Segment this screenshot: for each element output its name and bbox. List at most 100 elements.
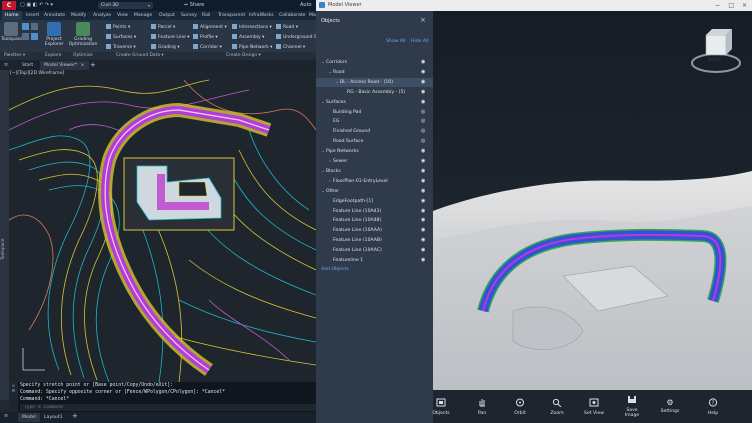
app-logo[interactable]: C — [2, 1, 16, 10]
add-objects-link[interactable]: Add Objects — [321, 267, 349, 272]
command-input[interactable] — [20, 404, 318, 411]
tree-item[interactable]: ⌄Corridors ◉ — [316, 58, 433, 67]
corridor-button[interactable]: Corridor ▾ — [193, 43, 222, 52]
pipe-network-button[interactable]: Pipe Network ▾ — [232, 43, 272, 52]
share-button[interactable]: ➦ Share — [184, 1, 204, 10]
close-icon[interactable]: × — [81, 63, 85, 68]
tree-item[interactable]: Road Surface ◎ — [316, 137, 433, 146]
tree-item[interactable]: Building Pad ◎ — [316, 108, 433, 117]
tab-layout1[interactable]: Layout1 — [40, 413, 67, 422]
tab-modify[interactable]: Modify — [68, 11, 89, 20]
eye-icon[interactable]: ◉ — [421, 256, 428, 265]
eye-off-icon[interactable]: ◎ — [421, 108, 428, 117]
close-panel-icon[interactable]: × — [420, 16, 426, 24]
traverse-button[interactable]: Traverse ▾ — [106, 43, 136, 52]
tree-item[interactable]: EG ◎ — [316, 117, 433, 126]
eye-off-icon[interactable]: ◎ — [421, 117, 428, 126]
palette-icon-3[interactable] — [22, 33, 29, 40]
tree-item[interactable]: RG - Basic Assembly - (5) ◉ — [316, 88, 433, 97]
alignment-button[interactable]: Alignment ▾ — [193, 23, 227, 32]
tab-analyze[interactable]: Analyze — [90, 11, 114, 20]
parcel-button[interactable]: Parcel ▾ — [151, 23, 175, 32]
tab-manage[interactable]: Manage — [131, 11, 155, 20]
tab-infraworks[interactable]: InfraWorks — [246, 11, 277, 20]
eye-icon[interactable]: ◉ — [421, 197, 428, 206]
intersections-button[interactable]: Intersections ▾ — [232, 23, 272, 32]
eye-icon[interactable]: ◉ — [421, 157, 428, 166]
tab-output[interactable]: Output — [156, 11, 178, 20]
new-tab-icon[interactable]: + — [90, 61, 96, 69]
surfaces-button[interactable]: Surfaces ▾ — [106, 33, 136, 42]
tab-collaborate[interactable]: Collaborate — [276, 11, 308, 20]
settings-tool[interactable]: ⚙ Settings — [655, 398, 685, 414]
tree-item[interactable]: ⌄Road ◉ — [316, 68, 433, 77]
eye-icon[interactable]: ◉ — [421, 58, 428, 67]
set-view-tool[interactable]: Set View — [579, 398, 609, 416]
eye-icon[interactable]: ◉ — [421, 207, 428, 216]
viewcube-label[interactable]: RIGHT — [708, 57, 721, 62]
eye-icon[interactable]: ◉ — [421, 167, 428, 176]
profile-button[interactable]: Profile ▾ — [193, 33, 218, 42]
grading-button[interactable]: Grading ▾ — [151, 43, 180, 52]
app-switcher[interactable]: Civil 3D ▾ — [98, 2, 153, 9]
eye-icon[interactable]: ◉ — [421, 187, 428, 196]
channel-button[interactable]: Channel ▾ — [276, 43, 305, 52]
minimize-icon[interactable]: − — [715, 0, 720, 11]
show-all-link[interactable]: Show All — [386, 39, 406, 44]
hide-all-link[interactable]: Hide All — [411, 39, 429, 44]
eye-icon[interactable]: ◉ — [421, 236, 428, 245]
points-button[interactable]: Points ▾ — [106, 23, 130, 32]
assembly-button[interactable]: Assembly ▾ — [232, 33, 264, 42]
tree-item[interactable]: Feature Line (10A43) ◉ — [316, 207, 433, 216]
eye-icon[interactable]: ◉ — [421, 78, 428, 87]
palette-icon-4[interactable] — [31, 33, 38, 40]
project-explorer-button[interactable]: Project Explorer — [43, 22, 65, 47]
3d-scene[interactable]: RIGHT — [433, 11, 752, 390]
underground-button[interactable]: Underground S — [276, 33, 317, 42]
tree-item[interactable]: ⌄BL - Access Road - (10) ◉ — [316, 77, 433, 87]
tab-rail[interactable]: Rail — [199, 11, 213, 20]
eye-off-icon[interactable]: ◎ — [421, 127, 428, 136]
add-layout-icon[interactable]: + — [72, 412, 78, 420]
tab-home[interactable]: Home — [2, 11, 22, 20]
close-window-icon[interactable]: × — [742, 0, 747, 11]
tree-item[interactable]: Feature Line (10AAA) ◉ — [316, 226, 433, 235]
zoom-tool[interactable]: Zoom — [542, 398, 572, 416]
tab-insert[interactable]: Insert — [23, 11, 42, 20]
tree-item[interactable]: ⌄Blocks ◉ — [316, 167, 433, 176]
tab-view[interactable]: View — [114, 11, 131, 20]
palette-icon-2[interactable] — [31, 23, 38, 30]
panel-create-design[interactable]: Create Design ▾ — [226, 52, 261, 60]
panel-palettes[interactable]: Palettes ▾ — [4, 52, 25, 60]
palette-icon-1[interactable] — [22, 23, 29, 30]
tab-model-viewer[interactable]: Model Viewer* × — [40, 61, 89, 70]
tree-item[interactable]: Feature Line (10AAC) ◉ — [316, 246, 433, 255]
road-button[interactable]: Road ▾ — [276, 23, 298, 32]
help-tool[interactable]: ? Help — [698, 398, 728, 416]
tab-transparent[interactable]: Transparent — [215, 11, 248, 20]
tree-item[interactable]: › Sewer ◉ — [316, 157, 433, 166]
eye-icon[interactable]: ◉ — [421, 216, 428, 225]
tree-item[interactable]: Feature Line (10A48) ◉ — [316, 216, 433, 225]
eye-icon[interactable]: ◉ — [421, 98, 428, 107]
tab-start[interactable]: Start — [18, 61, 37, 70]
grading-optimization-button[interactable]: Grading Optimization — [68, 22, 98, 47]
tab-annotate[interactable]: Annotate — [41, 11, 68, 20]
tab-survey[interactable]: Survey — [178, 11, 200, 20]
drawing-viewport[interactable] — [9, 70, 316, 382]
menu-icon[interactable]: ≡ — [4, 62, 8, 68]
eye-icon[interactable]: ◉ — [421, 226, 428, 235]
tab-model[interactable]: Model — [18, 413, 40, 422]
pan-tool[interactable]: Pan — [467, 398, 497, 416]
orbit-tool[interactable]: Orbit — [505, 398, 535, 416]
objects-tool[interactable]: Objects — [426, 398, 456, 416]
toolspace-strip[interactable]: Toolspace — [0, 70, 9, 400]
tree-item[interactable]: Featureline 1 ◉ — [316, 256, 433, 265]
panel-create-ground-data[interactable]: Create Ground Data ▾ — [116, 52, 164, 60]
tree-item[interactable]: EdgeFootpath-[1] ◉ — [316, 197, 433, 206]
eye-icon[interactable]: ◉ — [421, 177, 428, 186]
tree-item[interactable]: ⌄Surfaces ◉ — [316, 98, 433, 107]
eye-icon[interactable]: ◉ — [421, 68, 428, 77]
eye-icon[interactable]: ◉ — [421, 246, 428, 255]
command-window-handle[interactable]: × ⚙ — [10, 384, 17, 410]
